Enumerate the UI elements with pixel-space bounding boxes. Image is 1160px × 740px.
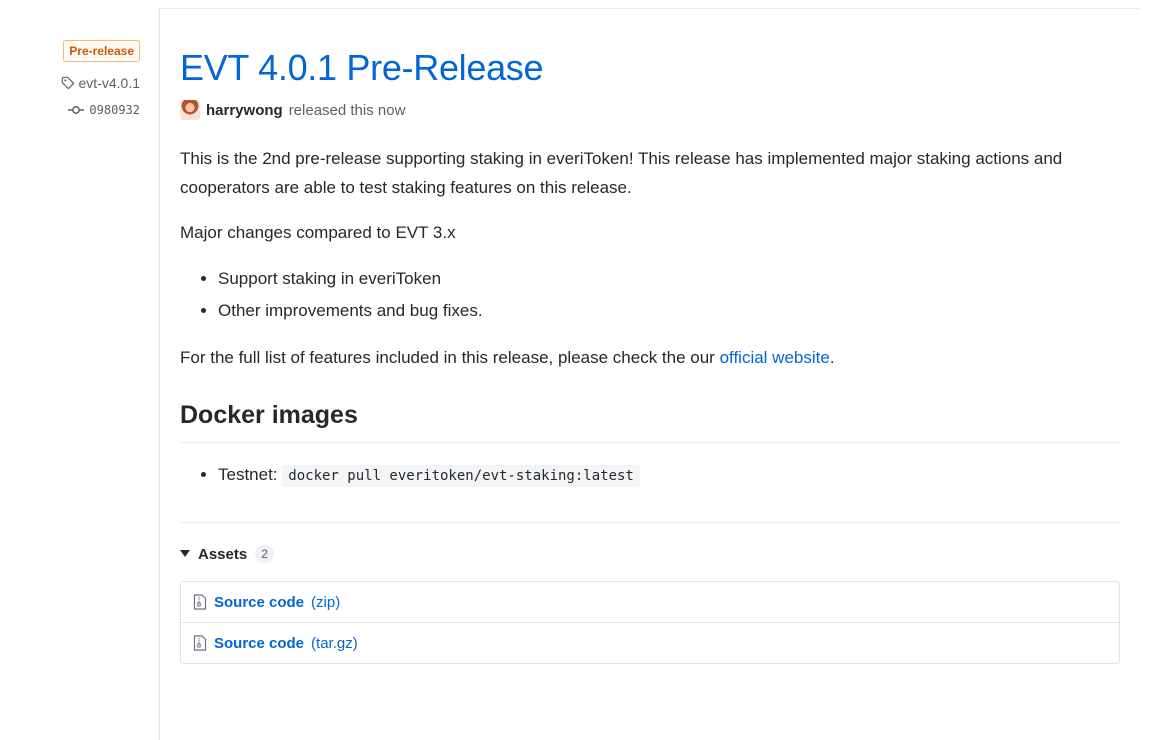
asset-row-targz[interactable]: Source code (tar.gz)	[181, 622, 1119, 663]
list-item: Testnet: docker pull everitoken/evt-stak…	[218, 459, 1120, 492]
released-text: released this now	[288, 101, 406, 119]
avatar[interactable]	[180, 100, 200, 120]
tag-name: evt-v4.0.1	[78, 75, 140, 91]
list-item: Support staking in everiToken	[218, 263, 1120, 295]
release-page: Pre-release evt-v4.0.1 0980932 EVT 4.0.1…	[0, 0, 1160, 740]
file-zip-icon	[193, 594, 207, 610]
asset-name[interactable]: Source code	[214, 635, 304, 652]
assets-list: Source code (zip) Source code (tar.gz)	[180, 581, 1120, 664]
release-main: EVT 4.0.1 Pre-Release harrywong released…	[180, 44, 1120, 664]
pre-release-badge: Pre-release	[63, 40, 140, 62]
author-link[interactable]: harrywong	[206, 102, 283, 119]
commit-sha: 0980932	[89, 103, 140, 117]
release-byline: harrywong released this now	[180, 100, 1120, 120]
triangle-down-icon	[180, 550, 190, 558]
release-meta: Pre-release evt-v4.0.1 0980932	[61, 40, 140, 117]
assets-label: Assets	[198, 545, 248, 563]
timeline-rule	[159, 8, 160, 740]
full-list-period: .	[829, 348, 835, 367]
asset-name[interactable]: Source code	[214, 594, 304, 611]
docker-images-heading: Docker images	[180, 398, 1120, 443]
official-website-link[interactable]: official website	[720, 348, 830, 367]
tag-icon	[61, 76, 75, 90]
assets-divider	[180, 522, 1120, 523]
top-divider	[160, 8, 1140, 9]
file-zip-icon	[193, 635, 207, 651]
docker-list: Testnet: docker pull everitoken/evt-stak…	[180, 459, 1120, 492]
tag-link[interactable]: evt-v4.0.1	[61, 75, 140, 91]
assets-toggle[interactable]: Assets 2	[180, 545, 1120, 563]
docker-command: docker pull everitoken/evt-staking:lates…	[282, 465, 640, 487]
intro-paragraph: This is the 2nd pre-release supporting s…	[180, 149, 1063, 197]
assets-count: 2	[255, 545, 274, 563]
changes-heading: Major changes compared to EVT 3.x	[180, 223, 456, 242]
asset-row-zip[interactable]: Source code (zip)	[181, 582, 1119, 622]
asset-format[interactable]: (tar.gz)	[311, 635, 358, 652]
full-list-paragraph: For the full list of features included i…	[180, 343, 1120, 372]
list-item: Other improvements and bug fixes.	[218, 295, 1120, 327]
commit-link[interactable]: 0980932	[61, 103, 140, 117]
release-title-text[interactable]: EVT 4.0.1 Pre-Release	[180, 47, 544, 88]
git-commit-icon	[68, 105, 85, 115]
release-title[interactable]: EVT 4.0.1 Pre-Release	[180, 44, 1120, 92]
testnet-label: Testnet:	[218, 465, 278, 484]
release-notes: This is the 2nd pre-release supporting s…	[180, 144, 1120, 492]
full-list-text: For the full list of features included i…	[180, 348, 720, 367]
asset-format[interactable]: (zip)	[311, 594, 340, 611]
changes-list: Support staking in everiToken Other impr…	[180, 263, 1120, 327]
